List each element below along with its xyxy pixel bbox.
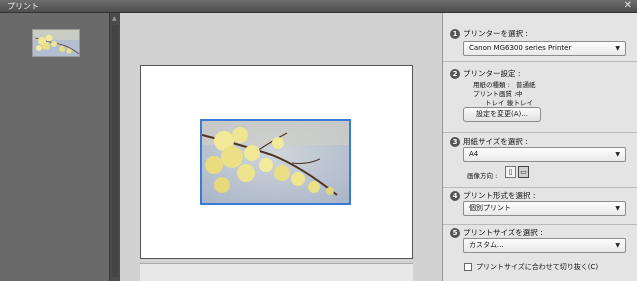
photo-thumbnail[interactable] [32,29,80,57]
scroll-up-icon[interactable]: ▲ [112,15,117,22]
print-size-select[interactable]: カスタム... ▼ [463,238,626,253]
tray-value: 後トレイ [507,99,533,107]
printer-select-value: Canon MG6300 series Printer [469,44,572,52]
thumbnail-scrollbar[interactable]: ▲ [109,13,120,281]
scroll-track[interactable] [112,25,118,277]
change-settings-button[interactable]: 設定を変更(A)... [463,107,541,122]
print-type-label: プリント形式を選択 : [463,191,536,200]
chevron-down-icon: ▼ [615,151,620,158]
orientation-label: 画像方向 : [467,172,498,180]
printer-settings-label: プリンター設定 : [463,69,521,78]
print-size-label: プリントサイズを選択 : [463,228,543,237]
tray-label: トレイ : [485,99,509,107]
step-2-badge: 2 [450,69,460,79]
print-dialog: プリント ✕ ▲ 1 プリンターを選択: Canon MG6300 serie… [0,0,637,281]
print-preview [120,13,442,281]
print-type-value: 個別プリント [469,204,511,212]
paper-preview [140,65,413,259]
orientation-landscape-icon[interactable]: ▭ [518,166,529,178]
step-4-badge: 4 [450,191,460,201]
printer-label: プリンターを選択 : [463,29,528,38]
preview-photo[interactable] [200,119,351,205]
paper-size-value: A4 [469,150,479,158]
thumbnail-strip [0,13,109,281]
section-printer: 1 プリンターを選択 : Canon MG6300 series Printer… [443,13,637,62]
settings-panel: 1 プリンターを選択 : Canon MG6300 series Printer… [442,13,637,281]
step-5-badge: 5 [450,228,460,238]
print-size-value: カスタム... [469,241,504,249]
close-icon[interactable]: ✕ [624,0,632,12]
chevron-down-icon: ▼ [615,242,620,249]
paper-size-label: 用紙サイズを選択 : [463,137,528,146]
crop-to-fit-checkbox[interactable] [464,263,472,271]
window-title: プリント [7,2,39,11]
section-print-type: 4 プリント形式を選択 : 個別プリント ▼ [443,188,637,225]
chevron-down-icon: ▼ [615,205,620,212]
next-page-preview [140,263,413,281]
section-print-size: 5 プリントサイズを選択 : カスタム... ▼ プリントサイズに合わせて切り抜… [443,225,637,281]
print-type-select[interactable]: 個別プリント ▼ [463,201,626,216]
section-paper-size: 3 用紙サイズを選択 : A4 ▼ 画像方向 : ▯ ▭ [443,133,637,188]
preview-image [202,121,349,203]
orientation-portrait-icon[interactable]: ▯ [505,166,516,178]
thumbnail-image [33,30,79,56]
title-bar: プリント ✕ [0,0,637,13]
paper-size-select[interactable]: A4 ▼ [463,147,626,162]
chevron-down-icon: ▼ [615,45,620,52]
crop-to-fit-label[interactable]: プリントサイズに合わせて切り抜く(C) [476,262,598,272]
printer-select[interactable]: Canon MG6300 series Printer ▼ [463,41,626,56]
section-printer-settings: 2 プリンター設定 : 用紙の種類 : 普通紙 プリント画質 : 中 トレイ :… [443,62,637,133]
step-1-badge: 1 [450,29,460,39]
step-3-badge: 3 [450,137,460,147]
